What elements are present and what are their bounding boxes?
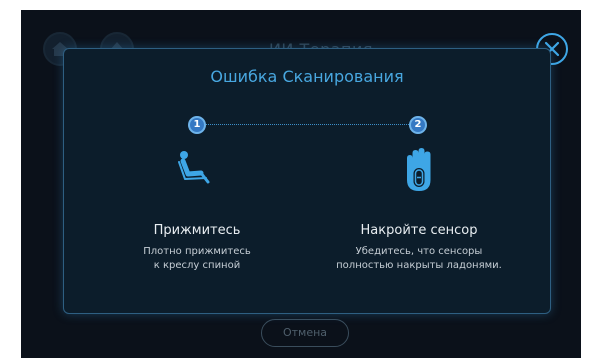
step-1-title: Прижмитесь [153,223,241,238]
step-connector [197,124,415,125]
step-2-description-line: полностью накрыты ладонями. [336,260,502,271]
seat-recline-icon [178,151,210,184]
cancel-button[interactable]: Отмена [261,319,349,347]
step-1-description: Плотно прижмитесь к креслу спиной [112,245,282,273]
app-screen: ИИ Терапия Отмена Ошибка Сканирования 1 … [21,10,581,358]
step-1-description-line: Плотно прижмитесь [143,246,251,257]
step-2-title: Накройте сенсор [360,223,478,238]
step-2-badge: 2 [409,116,427,134]
dialog-title: Ошибка Сканирования [210,67,404,86]
scan-error-dialog: Ошибка Сканирования 1 2 Прижмитесь Плотн… [63,48,551,314]
step-1-badge: 1 [188,116,206,134]
hand-sensor-icon [407,148,431,191]
step-2-description-line: Убедитесь, что сенсоры [355,246,483,257]
step-2-description: Убедитесь, что сенсоры полностью накрыты… [318,245,520,273]
step-1-description-line: к креслу спиной [153,260,241,271]
